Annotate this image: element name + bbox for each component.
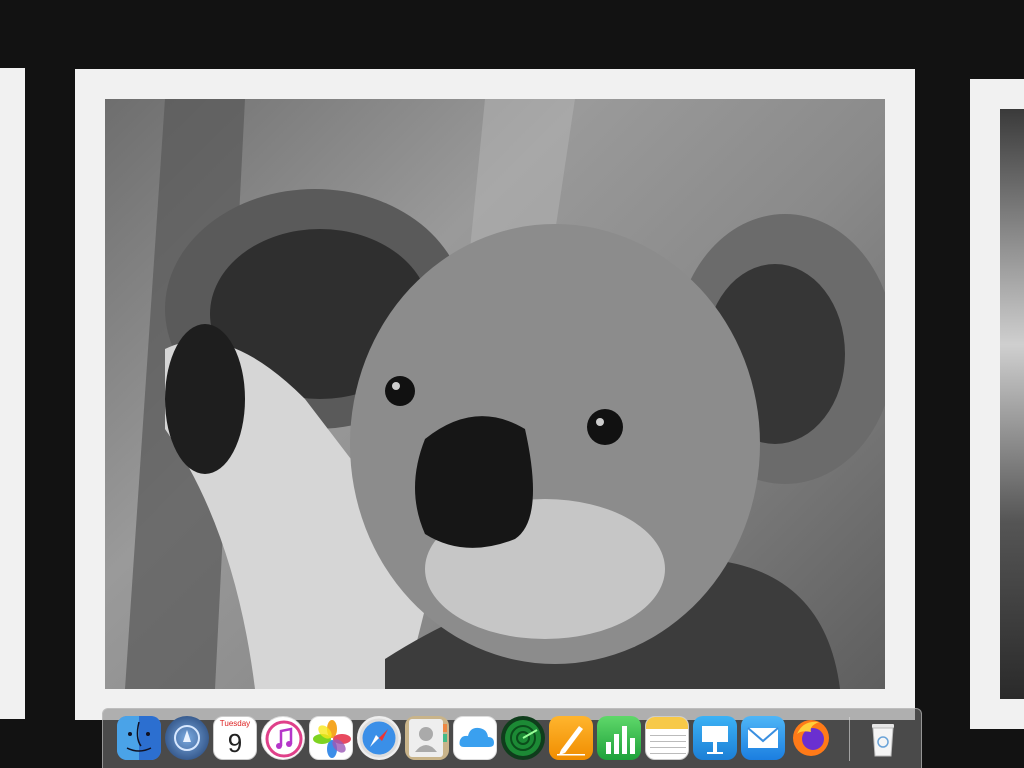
previous-photo-frame[interactable] [0,68,25,719]
calendar-icon[interactable]: Tuesday 9 [213,716,257,760]
numbers-icon[interactable] [597,716,641,760]
icloud-icon[interactable] [453,716,497,760]
photos-icon[interactable] [309,716,353,760]
radar-icon[interactable] [501,716,545,760]
firefox-icon[interactable] [789,716,833,760]
pages-icon[interactable] [549,716,593,760]
dock-separator [849,717,850,761]
itunes-icon[interactable] [261,716,305,760]
koala-photo [105,99,885,689]
calendar-day-label: Tuesday [219,719,251,728]
finder-icon[interactable] [117,716,161,760]
mail-icon[interactable] [741,716,785,760]
dock: Tuesday 9 [102,708,922,768]
safari-icon[interactable] [357,716,401,760]
current-photo-frame [75,69,915,720]
launchpad-icon[interactable] [165,716,209,760]
calendar-date: 9 [227,728,243,758]
trash-icon[interactable] [861,716,905,760]
contacts-icon[interactable] [405,716,449,760]
notes-icon[interactable] [645,716,689,760]
next-photo-thumbnail [1000,109,1024,699]
keynote-icon[interactable] [693,716,737,760]
next-photo-frame[interactable] [970,79,1024,729]
